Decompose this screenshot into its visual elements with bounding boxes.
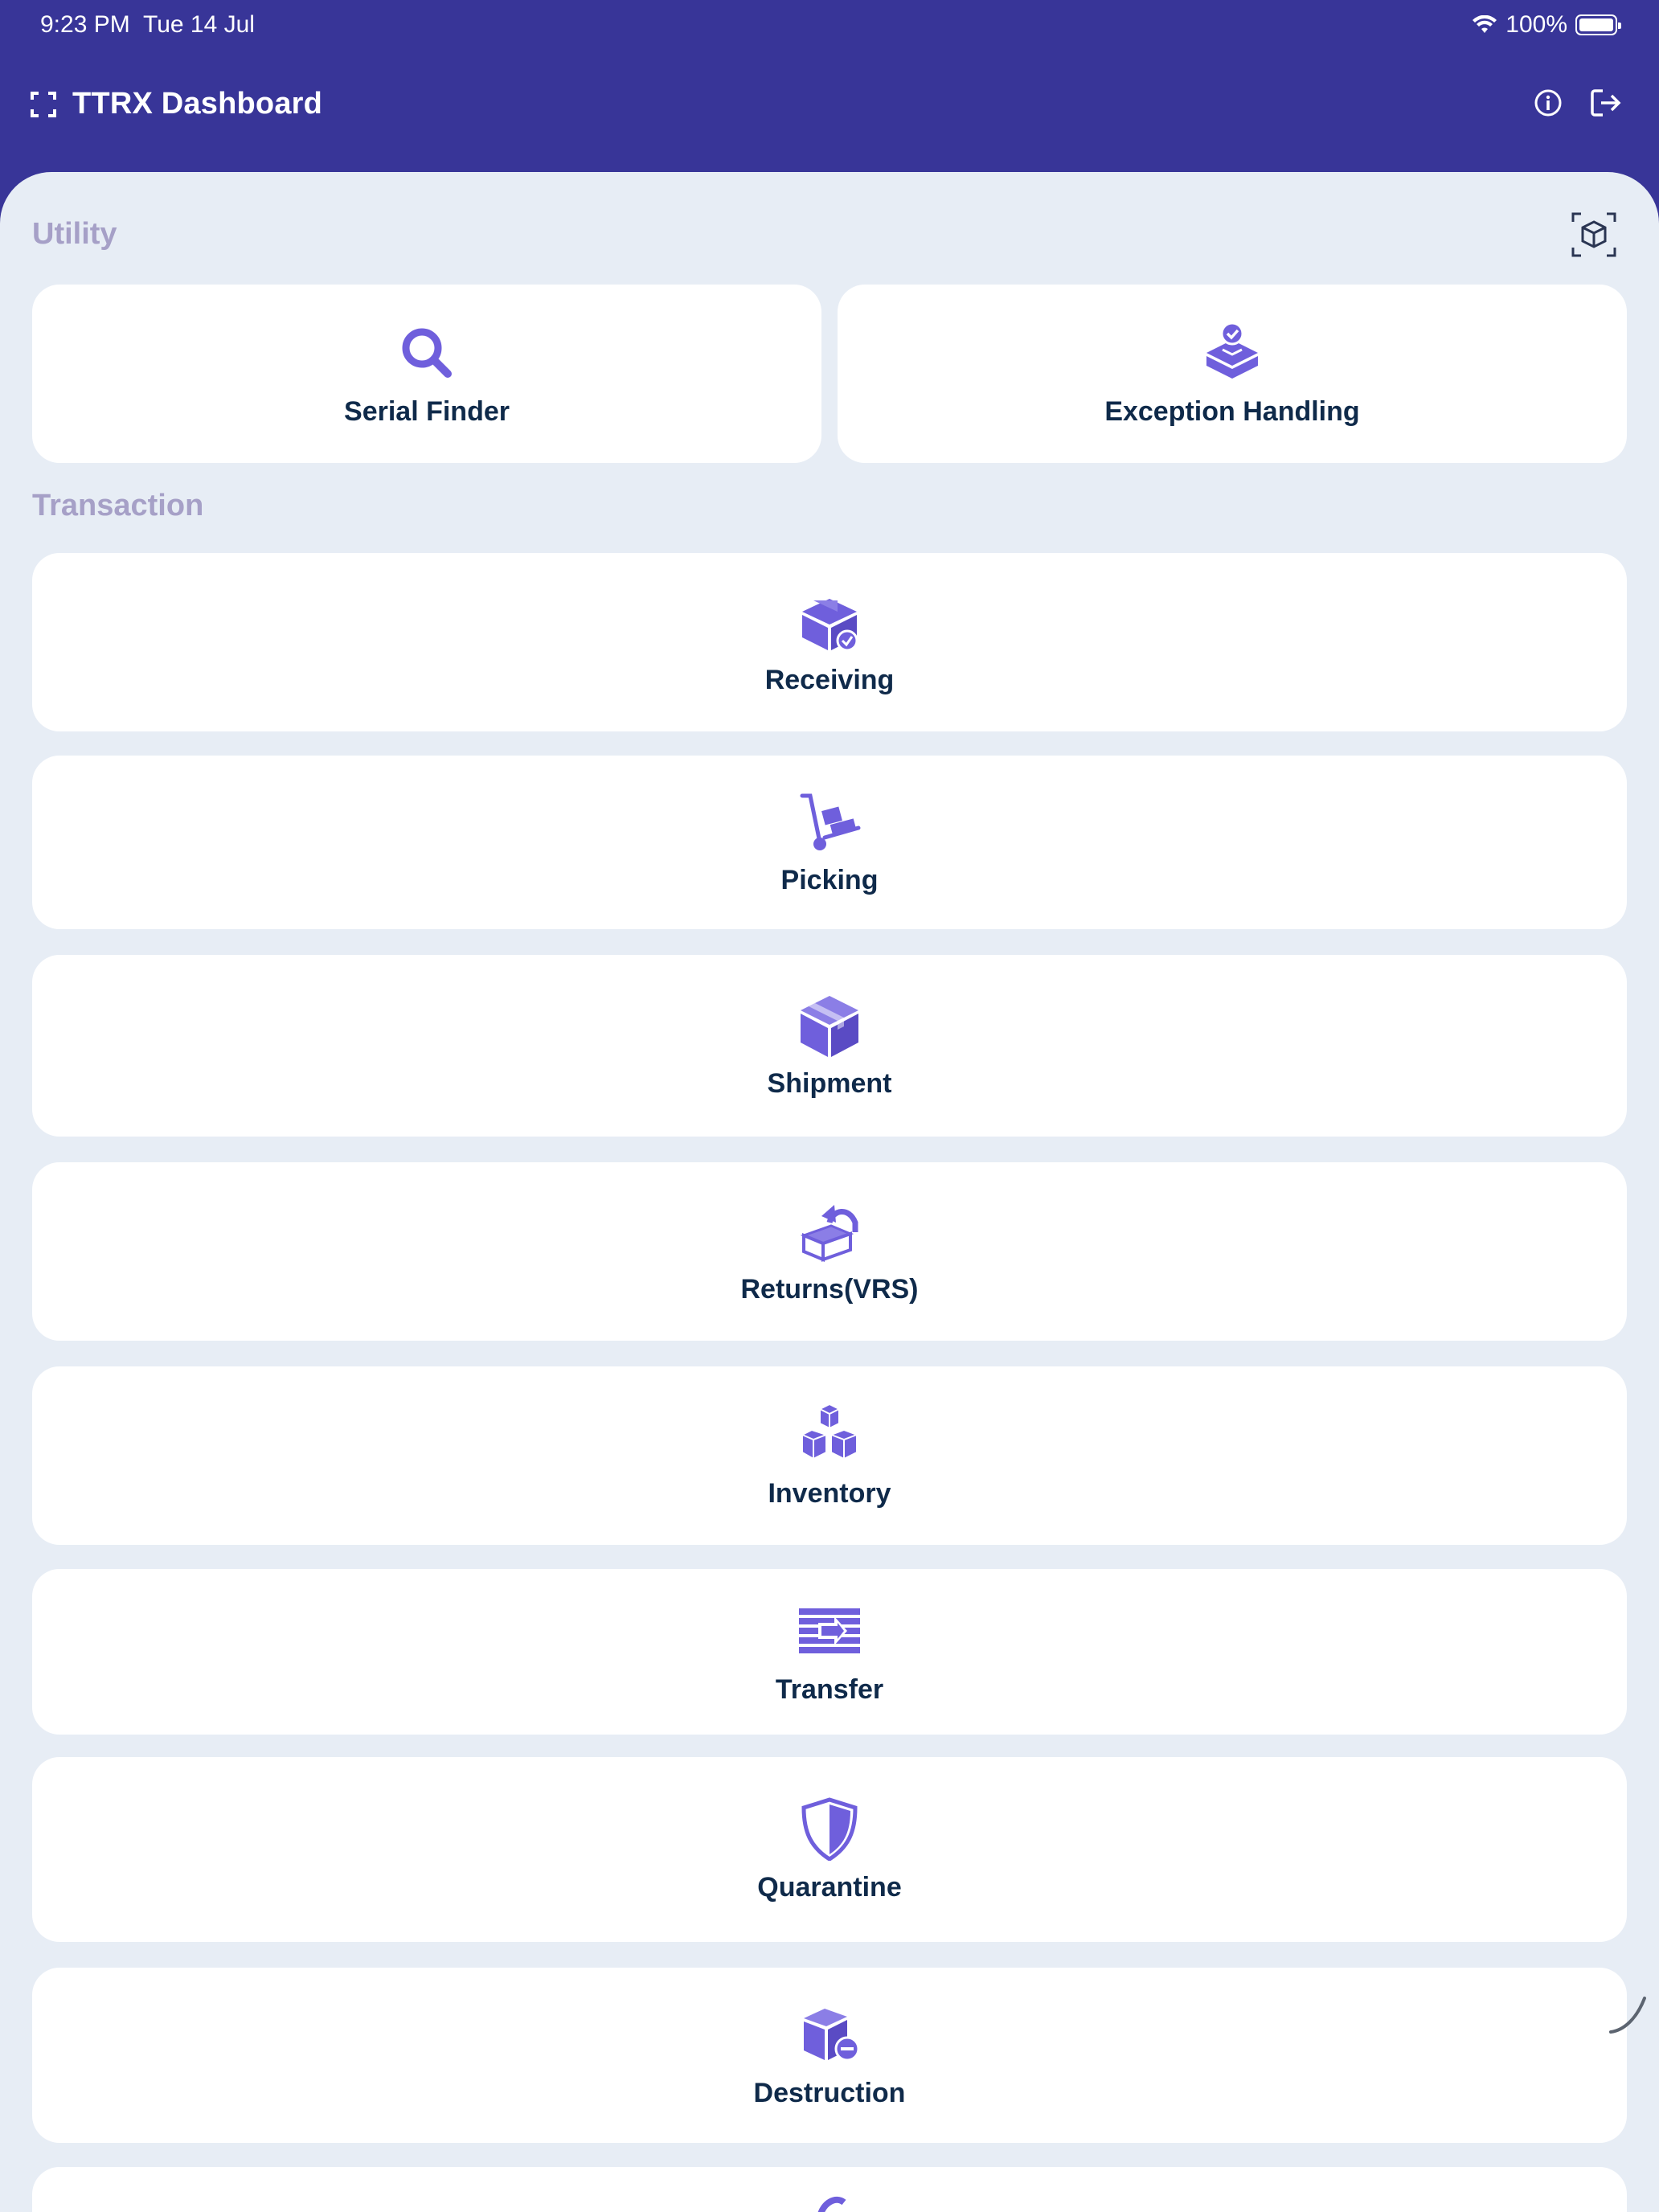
exception-handling-card[interactable]: Exception Handling: [838, 285, 1627, 463]
picking-label: Picking: [780, 864, 879, 895]
destruction-label: Destruction: [753, 2077, 906, 2108]
inventory-label: Inventory: [768, 1477, 891, 1509]
page-title: TTRX Dashboard: [72, 87, 323, 121]
box-remove-icon: [804, 2008, 860, 2061]
receiving-label: Receiving: [764, 664, 895, 695]
section-title-utility: Utility: [32, 217, 117, 251]
info-icon[interactable]: [1534, 88, 1563, 117]
search-icon: [402, 328, 452, 378]
receiving-card[interactable]: Receiving: [32, 553, 1627, 731]
battery-percent: 100%: [1505, 11, 1567, 38]
status-time: 9:23 PM: [40, 11, 130, 38]
status-indicators: 100%: [1472, 11, 1621, 39]
package-icon: [801, 995, 858, 1057]
scan-box-icon[interactable]: [1571, 212, 1616, 257]
wifi-icon: [1473, 15, 1497, 33]
quarantine-card[interactable]: Quarantine: [32, 1757, 1627, 1942]
serial-finder-card[interactable]: Serial Finder: [32, 285, 821, 463]
app-header: TTRX Dashboard: [0, 51, 1659, 172]
status-bar: 9:23 PM Tue 14 Jul 100%: [0, 0, 1659, 51]
box-check-icon: [1206, 322, 1258, 379]
hand-truck-icon: [800, 793, 861, 850]
shield-icon: [801, 1796, 858, 1861]
serial-finder-label: Serial Finder: [344, 395, 510, 427]
logout-icon[interactable]: [1590, 88, 1624, 117]
stacked-boxes-icon: [801, 1403, 858, 1460]
returns-label: Returns(VRS): [740, 1273, 919, 1305]
transfer-card[interactable]: Transfer: [32, 1569, 1627, 1735]
section-title-transaction: Transaction: [32, 489, 204, 522]
receiving-box-icon: [802, 598, 858, 651]
destruction-card[interactable]: Destruction: [32, 1968, 1627, 2143]
returns-card[interactable]: Returns(VRS): [32, 1162, 1627, 1341]
inventory-card[interactable]: Inventory: [32, 1366, 1627, 1545]
partial-icon: [817, 2196, 846, 2212]
transfer-label: Transfer: [775, 1673, 884, 1705]
shipment-label: Shipment: [767, 1067, 892, 1099]
exception-handling-label: Exception Handling: [1104, 395, 1360, 427]
expand-icon[interactable]: [31, 92, 56, 117]
partial-card[interactable]: [32, 2167, 1627, 2212]
picking-card[interactable]: Picking: [32, 756, 1627, 929]
status-date: Tue 14 Jul: [143, 11, 255, 38]
shipment-card[interactable]: Shipment: [32, 955, 1627, 1137]
transfer-icon: [799, 1608, 860, 1653]
dashboard-content: Utility Serial Finder Exception Handling…: [0, 172, 1659, 2212]
quarantine-label: Quarantine: [757, 1871, 902, 1903]
resize-handle-icon[interactable]: [1608, 1995, 1648, 2035]
battery-icon: [1575, 14, 1621, 35]
return-box-icon: [800, 1204, 858, 1262]
